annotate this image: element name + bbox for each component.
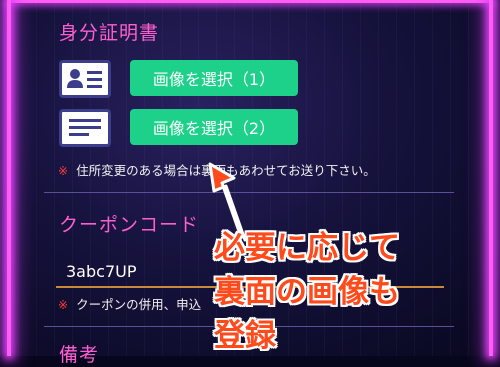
annotation-line-1: 必要に応じて xyxy=(214,230,400,266)
annotation-text: 必要に応じて 裏面の画像も 登録 xyxy=(214,226,400,358)
annotation-line-2: 裏面の画像も xyxy=(214,274,400,310)
annotation-line-3: 登録 xyxy=(214,318,276,354)
